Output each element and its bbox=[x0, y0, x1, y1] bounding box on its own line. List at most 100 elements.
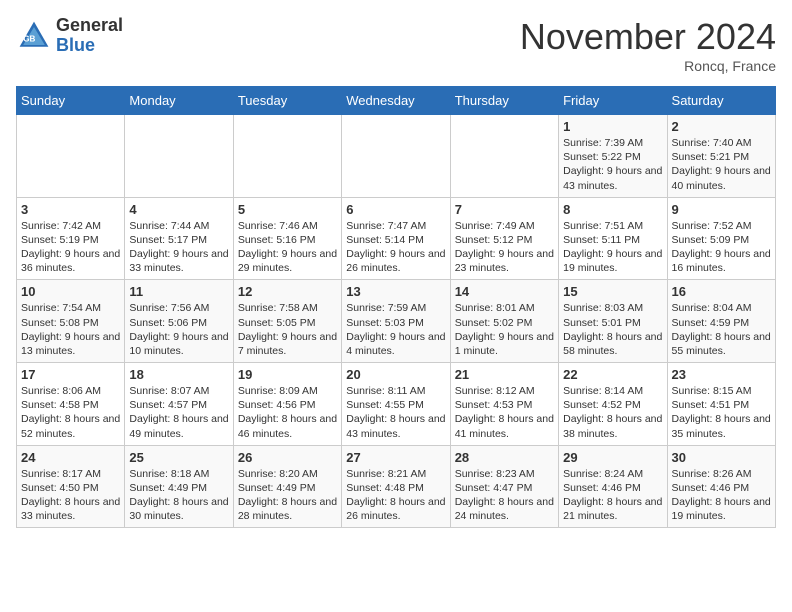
day-info: Sunrise: 7:49 AM Sunset: 5:12 PM Dayligh… bbox=[455, 219, 554, 276]
calendar-day-cell bbox=[450, 115, 558, 198]
day-info: Sunrise: 8:15 AM Sunset: 4:51 PM Dayligh… bbox=[672, 384, 771, 441]
day-info: Sunrise: 7:39 AM Sunset: 5:22 PM Dayligh… bbox=[563, 136, 662, 193]
day-info: Sunrise: 7:54 AM Sunset: 5:08 PM Dayligh… bbox=[21, 301, 120, 358]
day-info: Sunrise: 8:14 AM Sunset: 4:52 PM Dayligh… bbox=[563, 384, 662, 441]
calendar-day-cell: 21Sunrise: 8:12 AM Sunset: 4:53 PM Dayli… bbox=[450, 363, 558, 446]
day-number: 28 bbox=[455, 450, 554, 465]
svg-text:GB: GB bbox=[23, 34, 35, 43]
weekday-header-cell: Saturday bbox=[667, 87, 775, 115]
weekday-header-cell: Sunday bbox=[17, 87, 125, 115]
day-number: 20 bbox=[346, 367, 445, 382]
calendar-day-cell: 23 Sunrise: 8:15 AM Sunset: 4:51 PM Dayli… bbox=[667, 363, 775, 446]
day-info: Sunrise: 8:11 AM Sunset: 4:55 PM Dayligh… bbox=[346, 384, 445, 441]
calendar-day-cell: 3 Sunrise: 7:42 AM Sunset: 5:19 PM Daylig… bbox=[17, 197, 125, 280]
day-info: Sunrise: 7:52 AM Sunset: 5:09 PM Dayligh… bbox=[672, 219, 771, 276]
calendar-day-cell: 14 Sunrise: 8:01 AM Sunset: 5:02 PM Dayli… bbox=[450, 280, 558, 363]
day-number: 27 bbox=[346, 450, 445, 465]
calendar-day-cell: 25 Sunrise: 8:18 AM Sunset: 4:49 PM Dayli… bbox=[125, 445, 233, 528]
calendar-day-cell: 11Sunrise: 7:56 AM Sunset: 5:06 PM Dayli… bbox=[125, 280, 233, 363]
calendar-week-row: 1 Sunrise: 7:39 AM Sunset: 5:22 PM Daylig… bbox=[17, 115, 776, 198]
logo-blue: Blue bbox=[56, 35, 95, 55]
day-number: 4 bbox=[129, 202, 228, 217]
calendar-day-cell: 17Sunrise: 8:06 AM Sunset: 4:58 PM Dayli… bbox=[17, 363, 125, 446]
day-info: Sunrise: 8:18 AM Sunset: 4:49 PM Dayligh… bbox=[129, 467, 228, 524]
day-number: 29 bbox=[563, 450, 662, 465]
header: GB General Blue November 2024 Roncq, Fra… bbox=[16, 16, 776, 74]
calendar-day-cell bbox=[342, 115, 450, 198]
day-info: Sunrise: 8:26 AM Sunset: 4:46 PM Dayligh… bbox=[672, 467, 771, 524]
calendar-week-row: 17Sunrise: 8:06 AM Sunset: 4:58 PM Dayli… bbox=[17, 363, 776, 446]
calendar-day-cell: 28 Sunrise: 8:23 AM Sunset: 4:47 PM Dayli… bbox=[450, 445, 558, 528]
calendar-day-cell: 5Sunrise: 7:46 AM Sunset: 5:16 PM Daylig… bbox=[233, 197, 341, 280]
weekday-header-cell: Monday bbox=[125, 87, 233, 115]
day-number: 12 bbox=[238, 284, 337, 299]
calendar-day-cell: 12 Sunrise: 7:58 AM Sunset: 5:05 PM Dayli… bbox=[233, 280, 341, 363]
day-number: 24 bbox=[21, 450, 120, 465]
logo: GB General Blue bbox=[16, 16, 123, 56]
calendar-day-cell: 30Sunrise: 8:26 AM Sunset: 4:46 PM Dayli… bbox=[667, 445, 775, 528]
month-title: November 2024 bbox=[520, 16, 776, 58]
day-info: Sunrise: 7:51 AM Sunset: 5:11 PM Dayligh… bbox=[563, 219, 662, 276]
calendar-day-cell bbox=[17, 115, 125, 198]
day-info: Sunrise: 7:46 AM Sunset: 5:16 PM Dayligh… bbox=[238, 219, 337, 276]
day-info: Sunrise: 8:21 AM Sunset: 4:48 PM Dayligh… bbox=[346, 467, 445, 524]
day-number: 3 bbox=[21, 202, 120, 217]
day-number: 16 bbox=[672, 284, 771, 299]
calendar-day-cell: 8 Sunrise: 7:51 AM Sunset: 5:11 PM Daylig… bbox=[559, 197, 667, 280]
calendar-day-cell: 26 Sunrise: 8:20 AM Sunset: 4:49 PM Dayli… bbox=[233, 445, 341, 528]
calendar-day-cell: 6Sunrise: 7:47 AM Sunset: 5:14 PM Daylig… bbox=[342, 197, 450, 280]
day-info: Sunrise: 8:23 AM Sunset: 4:47 PM Dayligh… bbox=[455, 467, 554, 524]
weekday-header-cell: Thursday bbox=[450, 87, 558, 115]
weekday-header: SundayMondayTuesdayWednesdayThursdayFrid… bbox=[17, 87, 776, 115]
day-number: 15 bbox=[563, 284, 662, 299]
calendar-week-row: 24 Sunrise: 8:17 AM Sunset: 4:50 PM Dayli… bbox=[17, 445, 776, 528]
day-info: Sunrise: 8:07 AM Sunset: 4:57 PM Dayligh… bbox=[129, 384, 228, 441]
day-number: 19 bbox=[238, 367, 337, 382]
logo-text: General Blue bbox=[56, 16, 123, 56]
calendar-day-cell: 9 Sunrise: 7:52 AM Sunset: 5:09 PM Daylig… bbox=[667, 197, 775, 280]
day-number: 25 bbox=[129, 450, 228, 465]
day-info: Sunrise: 7:58 AM Sunset: 5:05 PM Dayligh… bbox=[238, 301, 337, 358]
calendar-day-cell: 29Sunrise: 8:24 AM Sunset: 4:46 PM Dayli… bbox=[559, 445, 667, 528]
day-info: Sunrise: 7:44 AM Sunset: 5:17 PM Dayligh… bbox=[129, 219, 228, 276]
weekday-header-cell: Wednesday bbox=[342, 87, 450, 115]
calendar-body: 1 Sunrise: 7:39 AM Sunset: 5:22 PM Daylig… bbox=[17, 115, 776, 528]
day-number: 21 bbox=[455, 367, 554, 382]
day-number: 14 bbox=[455, 284, 554, 299]
day-info: Sunrise: 8:04 AM Sunset: 4:59 PM Dayligh… bbox=[672, 301, 771, 358]
day-number: 1 bbox=[563, 119, 662, 134]
weekday-header-cell: Friday bbox=[559, 87, 667, 115]
location: Roncq, France bbox=[520, 58, 776, 74]
day-number: 17 bbox=[21, 367, 120, 382]
day-number: 26 bbox=[238, 450, 337, 465]
calendar-day-cell: 7 Sunrise: 7:49 AM Sunset: 5:12 PM Daylig… bbox=[450, 197, 558, 280]
day-info: Sunrise: 8:20 AM Sunset: 4:49 PM Dayligh… bbox=[238, 467, 337, 524]
day-number: 7 bbox=[455, 202, 554, 217]
day-number: 11 bbox=[129, 284, 228, 299]
day-number: 9 bbox=[672, 202, 771, 217]
calendar-day-cell: 2 Sunrise: 7:40 AM Sunset: 5:21 PM Daylig… bbox=[667, 115, 775, 198]
day-number: 13 bbox=[346, 284, 445, 299]
calendar-day-cell: 13 Sunrise: 7:59 AM Sunset: 5:03 PM Dayli… bbox=[342, 280, 450, 363]
day-number: 23 bbox=[672, 367, 771, 382]
calendar-week-row: 10 Sunrise: 7:54 AM Sunset: 5:08 PM Dayli… bbox=[17, 280, 776, 363]
day-number: 8 bbox=[563, 202, 662, 217]
day-info: Sunrise: 7:40 AM Sunset: 5:21 PM Dayligh… bbox=[672, 136, 771, 193]
calendar-day-cell: 22Sunrise: 8:14 AM Sunset: 4:52 PM Dayli… bbox=[559, 363, 667, 446]
day-number: 2 bbox=[672, 119, 771, 134]
day-info: Sunrise: 8:17 AM Sunset: 4:50 PM Dayligh… bbox=[21, 467, 120, 524]
day-info: Sunrise: 7:47 AM Sunset: 5:14 PM Dayligh… bbox=[346, 219, 445, 276]
day-info: Sunrise: 8:01 AM Sunset: 5:02 PM Dayligh… bbox=[455, 301, 554, 358]
calendar-day-cell: 15Sunrise: 8:03 AM Sunset: 5:01 PM Dayli… bbox=[559, 280, 667, 363]
day-info: Sunrise: 7:59 AM Sunset: 5:03 PM Dayligh… bbox=[346, 301, 445, 358]
calendar-day-cell: 10 Sunrise: 7:54 AM Sunset: 5:08 PM Dayli… bbox=[17, 280, 125, 363]
calendar-day-cell: 24 Sunrise: 8:17 AM Sunset: 4:50 PM Dayli… bbox=[17, 445, 125, 528]
calendar-table: SundayMondayTuesdayWednesdayThursdayFrid… bbox=[16, 86, 776, 528]
day-number: 10 bbox=[21, 284, 120, 299]
day-info: Sunrise: 7:42 AM Sunset: 5:19 PM Dayligh… bbox=[21, 219, 120, 276]
calendar-day-cell: 4 Sunrise: 7:44 AM Sunset: 5:17 PM Daylig… bbox=[125, 197, 233, 280]
calendar-week-row: 3 Sunrise: 7:42 AM Sunset: 5:19 PM Daylig… bbox=[17, 197, 776, 280]
day-info: Sunrise: 8:09 AM Sunset: 4:56 PM Dayligh… bbox=[238, 384, 337, 441]
calendar-day-cell: 1 Sunrise: 7:39 AM Sunset: 5:22 PM Daylig… bbox=[559, 115, 667, 198]
calendar-day-cell bbox=[233, 115, 341, 198]
